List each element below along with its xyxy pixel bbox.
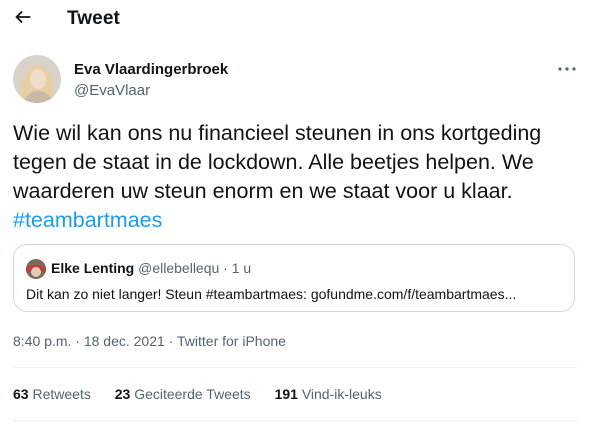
meta-separator: ·: [75, 333, 80, 349]
hashtag-link[interactable]: #teambartmaes: [13, 208, 162, 232]
tweet-body-text: Wie wil kan ons nu financieel steunen in…: [13, 121, 542, 203]
author-avatar[interactable]: [13, 55, 61, 103]
tweet-text: Wie wil kan ons nu financieel steunen in…: [13, 119, 578, 235]
author-display-name[interactable]: Eva Vlaardingerbroek: [74, 61, 228, 78]
quoted-author-avatar: [26, 259, 46, 279]
quoted-header: Elke Lenting @ellebellequ · 1 u: [51, 260, 251, 276]
quoted-separator: ·: [223, 260, 228, 276]
top-bar: Tweet: [0, 0, 590, 40]
tweet-meta: 8:40 p.m. · 18 dec. 2021 · Twitter for i…: [13, 333, 286, 349]
retweets-stat[interactable]: 63 Retweets: [13, 386, 91, 402]
meta-separator-2: ·: [168, 333, 174, 349]
quoted-time: 1 u: [231, 260, 252, 276]
page-title: Tweet: [67, 8, 120, 29]
retweets-count: 63: [13, 386, 29, 402]
author-handle[interactable]: @EvaVlaar: [74, 82, 150, 99]
tweet-date[interactable]: 18 dec. 2021: [84, 333, 165, 349]
tweet-source: Twitter for iPhone: [177, 333, 286, 349]
quoted-text: Dit kan zo niet langer! Steun #teambartm…: [26, 286, 517, 302]
arrow-left-icon[interactable]: [12, 6, 34, 28]
retweets-label: Retweets: [32, 386, 91, 402]
engagement-stats: 63 Retweets 23 Geciteerde Tweets 191 Vin…: [13, 386, 402, 402]
quoted-tweet-card[interactable]: Elke Lenting @ellebellequ · 1 u Dit kan …: [13, 244, 575, 312]
tweet-time[interactable]: 8:40 p.m.: [13, 333, 71, 349]
likes-count: 191: [274, 386, 298, 402]
quoted-display-name: Elke Lenting: [51, 260, 135, 276]
more-dots-icon[interactable]: [557, 66, 577, 72]
likes-stat[interactable]: 191 Vind-ik-leuks: [275, 386, 382, 402]
divider-bottom: [13, 420, 577, 421]
likes-label: Vind-ik-leuks: [301, 386, 382, 402]
quote-tweets-label: Geciteerde Tweets: [134, 386, 251, 402]
quote-tweets-stat[interactable]: 23 Geciteerde Tweets: [115, 386, 251, 402]
quote-tweets-count: 23: [114, 386, 131, 402]
quoted-handle: @ellebellequ: [138, 260, 220, 276]
divider-top: [13, 367, 577, 368]
